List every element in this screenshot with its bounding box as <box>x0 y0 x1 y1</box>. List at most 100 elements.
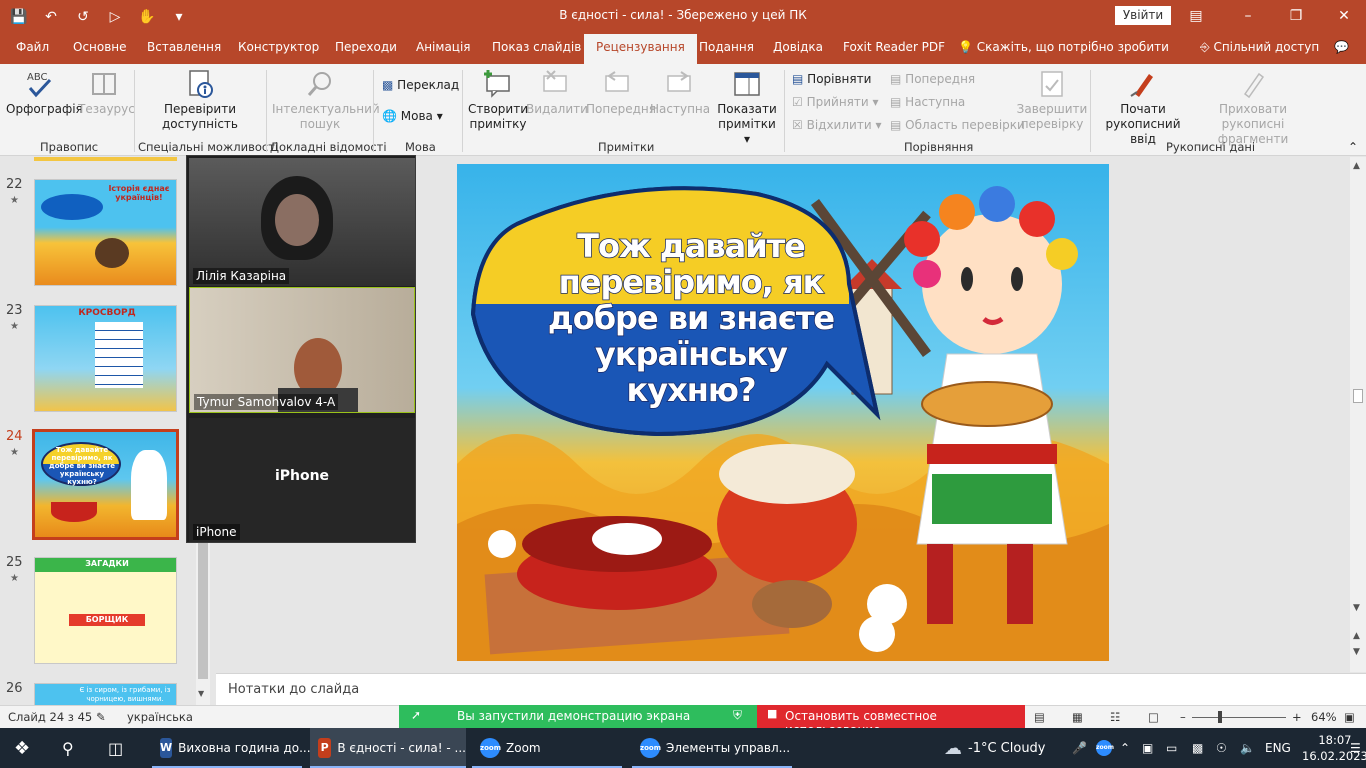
taskbar-zoom-controls[interactable]: zoom Элементы управл... <box>632 728 792 768</box>
hide-ink-button[interactable]: Приховати рукописні фрагменти <box>1190 68 1316 147</box>
previous-thumbnail-edge[interactable] <box>34 157 177 161</box>
participant-video-3[interactable]: iPhone iPhone <box>189 418 415 542</box>
tab-foxit[interactable]: Foxit Reader PDF <box>843 40 945 54</box>
accept-button[interactable]: ☑ Прийняти ▾ <box>792 95 879 109</box>
compare-button[interactable]: ▤ Порівняти <box>792 72 871 86</box>
ribbon-display-options-icon[interactable]: ▤ <box>1176 4 1216 28</box>
current-slide[interactable]: Тож давайте перевіримо, як добре ви знає… <box>457 164 1109 661</box>
tab-review[interactable]: Рецензування <box>584 34 697 64</box>
notes-pane[interactable]: Нотатки до слайда <box>216 673 1366 705</box>
slideshow-view-icon[interactable]: □ <box>1148 710 1159 724</box>
smart-lookup-button[interactable]: Інтелектуальний пошук <box>272 68 380 132</box>
delete-comment-icon <box>543 70 567 92</box>
collapse-ribbon-icon[interactable]: ⌃ <box>1348 140 1358 154</box>
show-comments-button[interactable]: Показати примітки ▾ <box>714 68 780 147</box>
chevron-down-icon: ▾ <box>436 109 443 123</box>
ribbon: ABC Орфографія Тезаурус Правопис Перевір… <box>0 64 1366 156</box>
editor-scrollbar[interactable]: ▲ ▼ ▲ ▼ <box>1350 157 1366 672</box>
check-accessibility-button[interactable]: Перевірити доступність <box>152 68 248 132</box>
editor-scroll-thumb[interactable] <box>1353 389 1363 403</box>
zoom-video-panel[interactable]: Лілія Казаріна Tymur Samohvalov 4-A iPho… <box>186 155 416 543</box>
previous-comment-button[interactable]: Попередня <box>586 68 656 117</box>
stop-share-button[interactable]: ■ Остановить совместное использование <box>757 705 1025 737</box>
display-icon[interactable]: ▩ <box>1192 728 1203 768</box>
tab-insert[interactable]: Вставлення <box>147 40 221 54</box>
delete-comment-button[interactable]: Видалити <box>526 68 588 117</box>
zoom-out-icon[interactable]: – <box>1180 710 1186 724</box>
taskbar-zoom[interactable]: zoom Zoom <box>472 728 622 768</box>
thumbnail-title: КРОСВОРД <box>78 308 136 318</box>
scroll-down-arrow-icon[interactable]: ▼ <box>198 689 204 698</box>
proofing-icon[interactable]: ✎ <box>96 710 106 724</box>
microphone-icon[interactable]: 🎤 <box>1072 728 1087 768</box>
reject-button[interactable]: ☒ Відхилити ▾ <box>792 118 881 132</box>
share-button[interactable]: ⎆ Спільний доступ <box>1200 40 1319 55</box>
tab-design[interactable]: Конструктор <box>238 40 319 54</box>
participant-video-2[interactable]: Tymur Samohvalov 4-A <box>189 287 415 413</box>
next-comment-button[interactable]: Наступна <box>650 68 710 117</box>
comments-button[interactable]: 💬 <box>1334 40 1349 54</box>
input-language[interactable]: ENG <box>1265 728 1291 768</box>
weather-widget[interactable]: ☁ -1°C Cloudy <box>944 728 1046 768</box>
thumbnail-title: ЗАГАДКИ <box>85 559 129 568</box>
close-button[interactable]: ✕ <box>1324 4 1364 28</box>
next-slide-icon[interactable]: ▼ <box>1353 647 1360 657</box>
translate-button[interactable]: ▩ Переклад <box>382 78 459 92</box>
app-tray-icon[interactable]: ▣ <box>1142 728 1153 768</box>
translate-label: Переклад <box>397 78 460 92</box>
tab-file[interactable]: Файл <box>16 40 49 54</box>
normal-view-icon[interactable]: ▤ <box>1034 710 1045 724</box>
tab-home[interactable]: Основне <box>73 40 127 54</box>
network-icon[interactable]: ☉ <box>1216 728 1227 768</box>
thesaurus-button[interactable]: Тезаурус <box>78 68 135 117</box>
zoom-slider-thumb[interactable] <box>1218 711 1222 723</box>
scroll-down-arrow-icon[interactable]: ▼ <box>1353 603 1360 613</box>
windows-taskbar: ❖ ⚲ ◫ W Виховна година до... P В єдності… <box>0 728 1366 768</box>
volume-icon[interactable]: 🔈 <box>1240 728 1255 768</box>
battery-icon[interactable]: ▭ <box>1166 728 1177 768</box>
participant-video-1[interactable]: Лілія Казаріна <box>189 158 415 286</box>
tell-me-search[interactable]: 💡 Скажіть, що потрібно зробити <box>958 40 1169 54</box>
task-view-button[interactable]: ◫ <box>108 728 123 768</box>
slide-thumbnail-26[interactable]: Є із сиром, із грибами, із чорницею, виш… <box>34 683 177 705</box>
previous-slide-icon[interactable]: ▲ <box>1353 631 1360 641</box>
search-button[interactable]: ⚲ <box>62 728 74 768</box>
smart-lookup-icon <box>307 72 331 96</box>
zoom-tray-icon[interactable]: zoom <box>1096 728 1114 768</box>
minimize-button[interactable]: – <box>1228 4 1268 28</box>
language-status[interactable]: українська <box>127 710 193 724</box>
reject-label: Відхилити <box>806 118 872 132</box>
reject-icon: ☒ <box>792 118 803 132</box>
fit-to-window-icon[interactable]: ▣ <box>1344 710 1355 724</box>
tab-view[interactable]: Подання <box>699 40 754 54</box>
tab-transitions[interactable]: Переходи <box>335 40 397 54</box>
taskbar-word[interactable]: W Виховна година до... <box>152 728 311 768</box>
slide-thumbnail-25[interactable]: ЗАГАДКИ БОРЩИК <box>34 557 177 664</box>
tray-chevron-icon[interactable]: ⌃ <box>1120 728 1130 768</box>
scroll-up-arrow-icon[interactable]: ▲ <box>1353 161 1360 171</box>
new-comment-button[interactable]: Створити примітку <box>468 68 528 132</box>
spelling-button[interactable]: ABC Орфографія <box>6 68 83 117</box>
maximize-button[interactable]: ❐ <box>1276 4 1316 28</box>
tab-slideshow[interactable]: Показ слайдів <box>492 40 581 54</box>
tab-animations[interactable]: Анімація <box>416 40 471 54</box>
slide-thumbnail-24[interactable]: Тож давайте перевіримо, як добре ви знає… <box>32 429 179 540</box>
notifications-icon[interactable]: ☰ <box>1350 728 1361 768</box>
reading-view-icon[interactable]: ☷ <box>1110 710 1120 724</box>
language-button[interactable]: 🌐 Мова ▾ <box>382 109 443 123</box>
slide-thumbnail-22[interactable]: Історія єднає українців! <box>34 179 177 286</box>
zoom-level[interactable]: 64% <box>1311 710 1337 724</box>
end-review-button[interactable]: Завершити перевірку <box>1016 68 1088 132</box>
zoom-in-icon[interactable]: + <box>1292 710 1302 724</box>
reviewing-pane-button[interactable]: ▤ Область перевірки <box>890 118 1025 132</box>
slide-thumbnail-23[interactable]: КРОСВОРД <box>34 305 177 412</box>
previous-change-button[interactable]: ▤ Попередня <box>890 72 975 86</box>
start-button[interactable]: ❖ <box>14 728 30 768</box>
slide-sorter-icon[interactable]: ▦ <box>1072 710 1083 724</box>
taskbar-powerpoint[interactable]: P В єдності - сила! - ... <box>310 728 466 768</box>
zoom-slider[interactable] <box>1192 717 1286 718</box>
tab-help[interactable]: Довідка <box>773 40 823 54</box>
sign-in-button[interactable]: Увійти <box>1115 6 1171 25</box>
start-inking-button[interactable]: Почати рукописний ввід <box>1096 68 1190 147</box>
next-change-button[interactable]: ▤ Наступна <box>890 95 965 109</box>
